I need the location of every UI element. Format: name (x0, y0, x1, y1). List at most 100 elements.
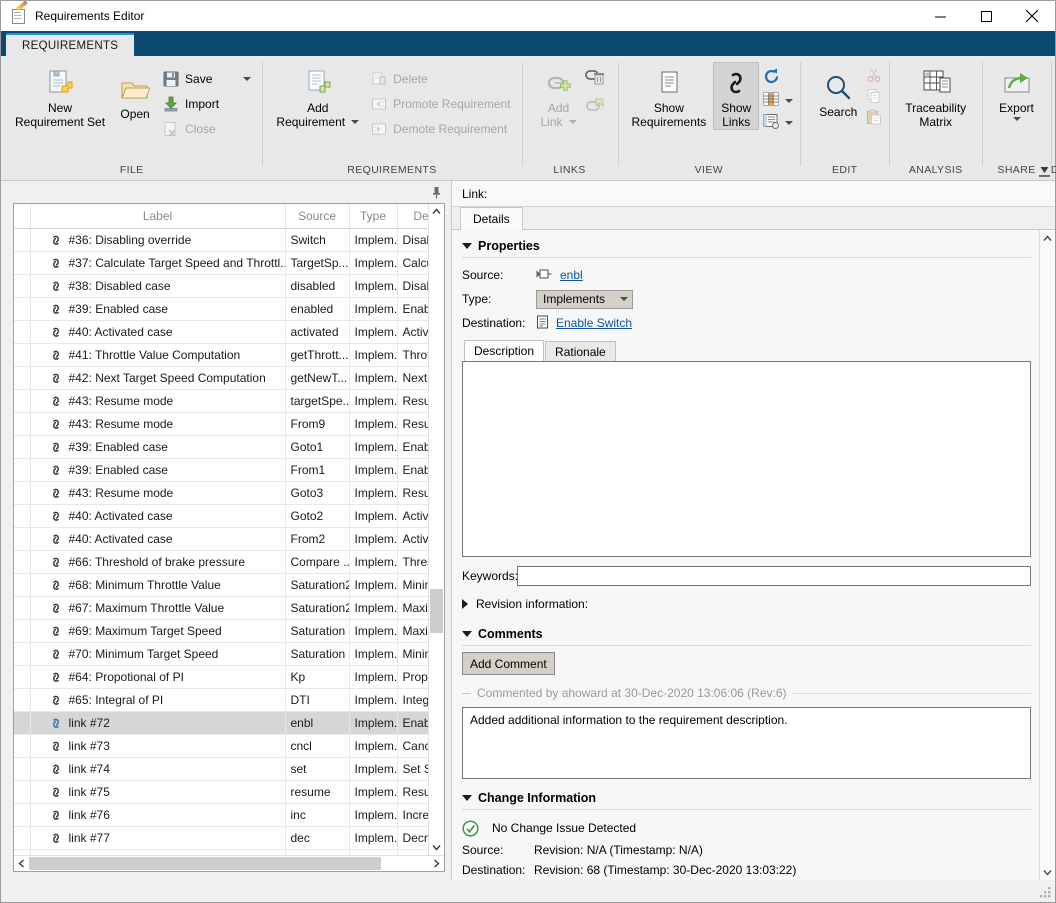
vertical-scroll-track[interactable] (429, 219, 444, 840)
pin-icon[interactable] (430, 185, 442, 199)
row-type-text: Implem... (349, 459, 397, 482)
table-row[interactable]: link #75resumeImplem...Resume (14, 781, 428, 804)
scroll-up-arrow-icon[interactable] (429, 204, 444, 219)
details-scroll-down-arrow-icon[interactable] (1040, 864, 1055, 880)
table-row[interactable]: #40: Activated caseGoto2Implem...Activat… (14, 505, 428, 528)
vertical-scroll-thumb[interactable] (430, 589, 443, 633)
table-row[interactable]: #43: Resume modeFrom9Implem...Resume (14, 413, 428, 436)
table-row[interactable]: #65: Integral of PIDTIImplem...Integra (14, 689, 428, 712)
minimize-icon[interactable] (917, 1, 963, 31)
chevron-down-icon[interactable] (462, 631, 472, 637)
details-vertical-scrollbar[interactable] (1039, 230, 1055, 880)
scroll-right-arrow-icon[interactable] (429, 856, 444, 871)
row-label-text: #42: Next Target Speed Computation (69, 371, 266, 385)
table-row[interactable]: link #72enblImplem...Enable (14, 712, 428, 735)
table-row[interactable]: link #74setImplem...Set Swi (14, 758, 428, 781)
table-row[interactable]: #36: Disabling overrideSwitchImplem...Di… (14, 229, 428, 252)
comment-text-box[interactable]: Added additional information to the requ… (462, 707, 1031, 779)
table-row[interactable]: link #73cnclImplem...Cancel (14, 735, 428, 758)
horizontal-scroll-thumb[interactable] (29, 857, 381, 870)
view-settings-dropdown-caret-icon[interactable] (785, 121, 793, 125)
description-textarea[interactable] (462, 361, 1031, 557)
table-row[interactable]: link #76incImplem...Increm (14, 804, 428, 827)
column-header-source[interactable]: Source (285, 204, 349, 229)
change-information-section-header[interactable]: Change Information (462, 779, 1031, 809)
revision-information-row[interactable]: Revision information: (462, 593, 1031, 615)
type-select[interactable]: Implements (536, 290, 633, 309)
row-type-text: Implem... (349, 321, 397, 344)
destination-link[interactable]: Enable Switch (556, 316, 632, 330)
table-row[interactable]: #38: Disabled casedisabledImplem...Disab… (14, 275, 428, 298)
export-button[interactable]: Export (992, 62, 1041, 122)
column-header-destination[interactable]: Desti (397, 204, 428, 229)
save-button[interactable]: Save (158, 66, 255, 91)
table-row[interactable]: #69: Maximum Target SpeedSaturationImple… (14, 620, 428, 643)
tab-details[interactable]: Details (460, 207, 523, 230)
row-source-text: resume (285, 781, 349, 804)
table-row[interactable]: #66: Threshold of brake pressureCompare … (14, 551, 428, 574)
show-requirements-button[interactable]: Show Requirements (625, 62, 714, 130)
horizontal-scroll-track[interactable] (29, 857, 429, 870)
links-table-vertical-scrollbar[interactable] (428, 204, 444, 855)
row-source-text: DTI (285, 689, 349, 712)
details-scroll-track[interactable] (1040, 246, 1055, 864)
table-row[interactable]: link #77decImplem...Decrem (14, 827, 428, 850)
export-dropdown-caret-icon[interactable] (1013, 117, 1021, 121)
traceability-matrix-button[interactable]: Traceability Matrix (898, 62, 973, 130)
new-requirement-set-button[interactable]: New Requirement Set (8, 62, 112, 130)
comments-section-header[interactable]: Comments (462, 615, 1031, 645)
column-header-type[interactable]: Type (349, 204, 397, 229)
resize-grip-icon[interactable] (1040, 887, 1052, 899)
maximize-icon[interactable] (963, 1, 1009, 31)
columns-button[interactable] (763, 91, 793, 110)
table-row[interactable]: #67: Maximum Throttle ValueSaturation2Im… (14, 597, 428, 620)
subtab-description[interactable]: Description (464, 340, 544, 361)
table-row[interactable]: #40: Activated caseFrom2Implem...Activat… (14, 528, 428, 551)
row-source-text: From2 (285, 528, 349, 551)
table-row[interactable]: #43: Resume modetargetSpe...Implem...Res… (14, 390, 428, 413)
keywords-input[interactable] (517, 566, 1031, 586)
scroll-left-arrow-icon[interactable] (14, 856, 29, 871)
subtab-rationale[interactable]: Rationale (545, 341, 616, 361)
row-label-text: #43: Resume mode (69, 486, 174, 500)
type-select-caret-icon[interactable] (620, 297, 628, 301)
collapse-ribbon-icon[interactable] (1037, 164, 1051, 178)
properties-section-header[interactable]: Properties (462, 230, 1031, 257)
source-link[interactable]: enbl (560, 268, 583, 282)
table-row[interactable]: #42: Next Target Speed ComputationgetNew… (14, 367, 428, 390)
add-comment-button[interactable]: Add Comment (462, 652, 555, 675)
import-button[interactable]: Import (158, 91, 255, 116)
scroll-down-arrow-icon[interactable] (429, 840, 444, 855)
close-icon[interactable] (1009, 1, 1055, 31)
open-button[interactable]: Open (112, 62, 158, 122)
column-header-label[interactable]: Label (30, 204, 285, 229)
table-row[interactable]: #64: Propotional of PIKpImplem...Proport (14, 666, 428, 689)
search-button[interactable]: Search (812, 62, 864, 120)
columns-dropdown-caret-icon[interactable] (785, 99, 793, 103)
add-requirement-button[interactable]: Add Requirement (269, 62, 366, 130)
chevron-down-icon[interactable] (462, 795, 472, 801)
table-row[interactable]: #68: Minimum Throttle ValueSaturation2Im… (14, 574, 428, 597)
row-type-text: Implem... (349, 252, 397, 275)
links-table-horizontal-scrollbar[interactable] (14, 855, 444, 871)
table-row[interactable]: #70: Minimum Target SpeedSaturationImple… (14, 643, 428, 666)
row-type-text: Implem... (349, 229, 397, 252)
details-scroll-up-arrow-icon[interactable] (1040, 230, 1055, 246)
chevron-right-icon[interactable] (462, 599, 468, 609)
table-row[interactable]: #41: Throttle Value ComputationgetThrott… (14, 344, 428, 367)
refresh-button[interactable] (763, 68, 793, 88)
cell-label: #68: Minimum Throttle Value (30, 574, 285, 597)
table-row[interactable]: #39: Enabled caseGoto1Implem...Enabled (14, 436, 428, 459)
table-row[interactable]: #39: Enabled caseenabledImplem...Enabled (14, 298, 428, 321)
table-row[interactable]: #39: Enabled caseFrom1Implem...Enabled (14, 459, 428, 482)
show-links-button[interactable]: Show Links (713, 62, 759, 130)
save-dropdown-caret-icon[interactable] (243, 77, 251, 81)
view-settings-button[interactable] (763, 113, 793, 132)
table-row[interactable]: #40: Activated caseactivatedImplem...Act… (14, 321, 428, 344)
tab-requirements[interactable]: REQUIREMENTS (6, 33, 134, 56)
table-row[interactable]: #37: Calculate Target Speed and Throttl.… (14, 252, 428, 275)
chevron-down-icon[interactable] (462, 243, 472, 249)
add-requirement-dropdown-caret-icon[interactable] (351, 120, 359, 124)
table-row[interactable]: #43: Resume modeGoto3Implem...Resume (14, 482, 428, 505)
link-icon (49, 303, 63, 316)
